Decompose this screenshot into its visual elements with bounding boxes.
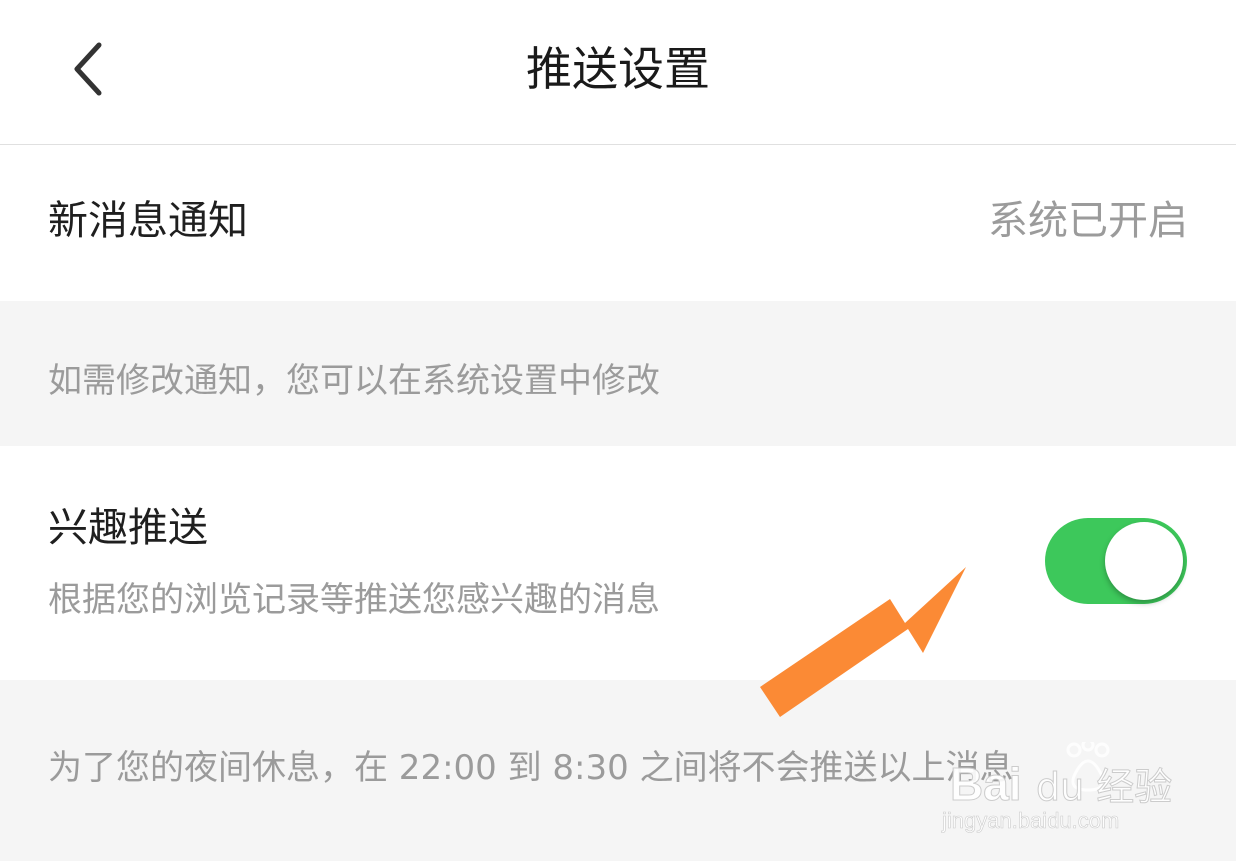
- interest-push-toggle[interactable]: [1045, 518, 1187, 604]
- interest-push-label: 兴趣推送: [48, 505, 208, 551]
- notification-hint-section: 如需修改通知，您可以在系统设置中修改: [0, 301, 1236, 446]
- svg-text:du 经验: du 经验: [1036, 765, 1172, 809]
- new-message-notification-row[interactable]: 新消息通知 系统已开启: [0, 145, 1236, 301]
- arrow-pointer-icon: [760, 567, 966, 717]
- night-hint-text: 为了您的夜间休息，在 22:00 到 8:30 之间将不会推送以上消息: [48, 748, 1014, 788]
- top-app-bar: 推送设置: [0, 0, 1236, 145]
- page-title: 推送设置: [526, 42, 710, 96]
- interest-push-description: 根据您的浏览记录等推送您感兴趣的消息: [48, 580, 660, 620]
- svg-text:jingyan.baidu.com: jingyan.baidu.com: [941, 808, 1119, 833]
- notification-status: 系统已开启: [988, 198, 1188, 244]
- baidu-watermark-logo: Bai du 经验 jingyan.baidu.com: [941, 742, 1173, 833]
- notification-hint-text: 如需修改通知，您可以在系统设置中修改: [48, 361, 660, 401]
- svg-text:Bai: Bai: [950, 758, 1022, 810]
- notification-label: 新消息通知: [48, 198, 248, 244]
- toggle-knob[interactable]: [1105, 522, 1183, 600]
